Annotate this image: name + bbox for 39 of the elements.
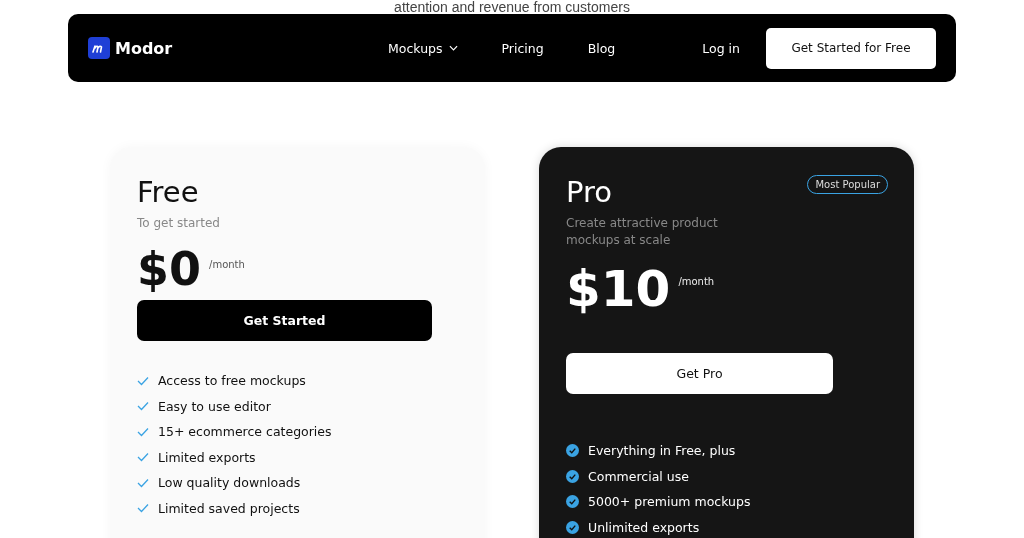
- feature-text: Commercial use: [588, 468, 689, 484]
- nav-link[interactable]: Pricing: [501, 40, 544, 56]
- check-icon: [137, 503, 149, 514]
- plan-name: Free: [137, 175, 199, 209]
- plan-name: Pro: [566, 175, 612, 209]
- feature-text: Low quality downloads: [158, 475, 301, 491]
- plan-subtitle: To get started: [137, 215, 221, 232]
- check-circle-icon: [566, 520, 579, 534]
- feature-text: Easy to use editor: [158, 398, 271, 414]
- feature-text: Limited exports: [158, 449, 256, 465]
- feature-text: Access to free mockups: [158, 373, 306, 389]
- plan-button[interactable]: Get Started: [137, 300, 432, 341]
- check-circle-icon: [566, 495, 579, 509]
- login-link[interactable]: Log in: [702, 40, 740, 56]
- feature-text: 5000+ premium mockups: [588, 494, 751, 510]
- feature-text: Limited saved projects: [158, 500, 300, 516]
- feature-text: 15+ ecommerce categories: [158, 424, 332, 440]
- price-period: /month: [209, 259, 245, 270]
- headline-text: attention and revenue from customers: [393, 0, 631, 14]
- check-circle-icon: [566, 469, 579, 483]
- feature-text: Everything in Free, plus: [588, 443, 736, 459]
- price-period: /month: [678, 276, 715, 287]
- nav-link[interactable]: Mockups: [388, 40, 458, 56]
- check-icon: [137, 452, 149, 463]
- brand-name: Modor: [115, 38, 173, 58]
- check-icon: [137, 426, 149, 437]
- price: $10: [566, 259, 671, 319]
- nav-link[interactable]: Blog: [587, 40, 616, 56]
- logo-icon: [88, 37, 110, 59]
- price: $0: [137, 242, 201, 296]
- plan-subtitle: Create attractive product mockups at scale: [566, 215, 719, 249]
- feature-text: Unlimited exports: [588, 519, 700, 535]
- check-circle-icon: [566, 444, 579, 458]
- check-icon: [137, 375, 149, 386]
- chevron-down-icon: [448, 45, 458, 51]
- plan-button[interactable]: Get Pro: [566, 353, 833, 394]
- check-icon: [137, 477, 149, 488]
- get-started-button[interactable]: Get Started for Free: [766, 27, 936, 69]
- check-icon: [137, 401, 149, 412]
